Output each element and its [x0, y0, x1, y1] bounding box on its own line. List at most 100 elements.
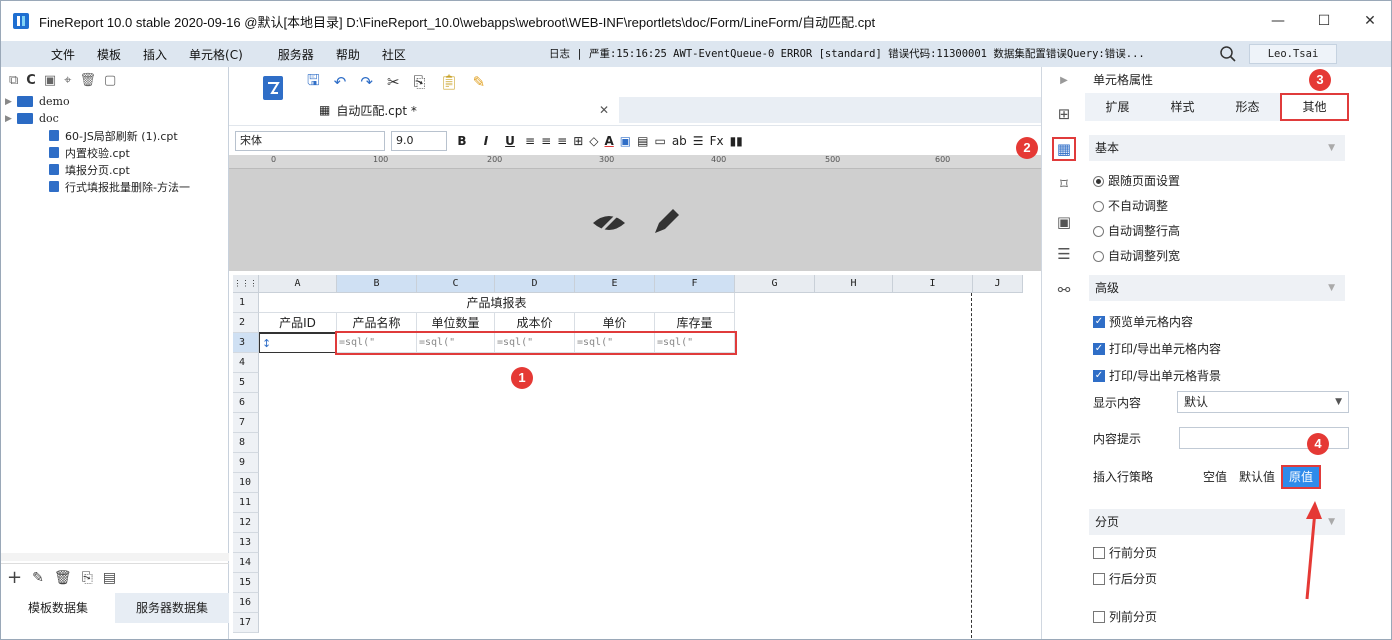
list-icon[interactable]: ☰	[693, 134, 704, 148]
radio-auto-col[interactable]: 自动调整列宽	[1093, 244, 1180, 268]
merge-icon[interactable]: ▣	[620, 134, 631, 148]
column-header[interactable]: J	[973, 275, 1023, 293]
row-header[interactable]: 4	[233, 353, 259, 373]
undo-icon[interactable]: ↶	[334, 73, 347, 91]
tree-item-file[interactable]: 60-JS局部刷新 (1).cpt	[1, 127, 228, 144]
copy-icon[interactable]: ⎘	[414, 73, 426, 91]
option-original[interactable]: 原值	[1281, 465, 1322, 489]
row-header[interactable]: 10	[233, 473, 259, 493]
refresh-icon[interactable]: C	[26, 73, 36, 88]
sheet-title-cell[interactable]: 产品填报表	[259, 293, 735, 313]
collapse-chevron-icon[interactable]: ▼	[1328, 135, 1335, 161]
row-header[interactable]: 7	[233, 413, 259, 433]
edit-pencil-icon[interactable]	[649, 205, 683, 239]
fill-color-icon[interactable]: ◇	[589, 134, 598, 148]
column-header[interactable]: G	[735, 275, 815, 293]
header-cell[interactable]: 库存量	[655, 313, 735, 333]
row-header[interactable]: 15	[233, 573, 259, 593]
column-header[interactable]: H	[815, 275, 893, 293]
option-default[interactable]: 默认值	[1233, 465, 1281, 489]
widget-settings-icon[interactable]: ▣	[1054, 213, 1074, 233]
check-print-background[interactable]: ✓ 打印/导出单元格背景	[1093, 364, 1221, 388]
header-cell[interactable]: 产品ID	[259, 313, 337, 333]
view-icon[interactable]: ▣	[44, 73, 56, 88]
menu-template[interactable]: 模板	[86, 46, 132, 63]
edit-icon[interactable]: ✎	[32, 570, 44, 586]
row-header[interactable]: 13	[233, 533, 259, 553]
menu-server[interactable]: 服务器	[254, 46, 325, 63]
row-header[interactable]: 5	[233, 373, 259, 393]
radio-icon[interactable]	[1093, 250, 1104, 262]
checkbox-icon[interactable]	[1093, 611, 1105, 623]
preview-icon[interactable]: ⎘	[82, 570, 93, 586]
checkbox-checked-icon[interactable]: ✓	[1093, 370, 1105, 382]
header-cell[interactable]: 成本价	[495, 313, 575, 333]
row-header[interactable]: 12	[233, 513, 259, 533]
column-header[interactable]: C	[417, 275, 495, 293]
user-name[interactable]: Leo.Tsai	[1249, 44, 1337, 64]
row-header[interactable]: 11	[233, 493, 259, 513]
column-header[interactable]: I	[893, 275, 973, 293]
menu-help[interactable]: 帮助	[325, 46, 371, 63]
tab-template-dataset[interactable]: 模板数据集	[1, 593, 115, 623]
expand-caret-icon[interactable]: ▶	[5, 97, 17, 107]
bold-button[interactable]: B	[453, 134, 471, 148]
radio-auto-row[interactable]: 自动调整行高	[1093, 219, 1180, 243]
tab-server-dataset[interactable]: 服务器数据集	[115, 593, 229, 623]
tree-item-file[interactable]: 内置校验.cpt	[1, 144, 228, 161]
row-header[interactable]: 17	[233, 613, 259, 633]
tree-item-doc[interactable]: ▶ doc	[1, 110, 228, 127]
option-null[interactable]: 空值	[1197, 465, 1233, 489]
paste-icon[interactable]: 📋︎	[440, 73, 459, 91]
delete-icon[interactable]: 🗑︎	[54, 570, 72, 586]
chevron-down-icon[interactable]: ▼	[1335, 392, 1342, 412]
header-cell[interactable]: 单位数量	[417, 313, 495, 333]
section-basic[interactable]: 基本 ▼	[1089, 135, 1345, 161]
column-header[interactable]: E	[575, 275, 655, 293]
tree-item-file[interactable]: 行式填报批量删除-方法一	[1, 178, 228, 195]
checkbox-icon[interactable]	[1093, 547, 1105, 559]
collapse-chevron-icon[interactable]: ▼	[1328, 275, 1335, 301]
delete-icon[interactable]: 🗑︎	[79, 73, 96, 88]
check-page-after-row[interactable]: 行后分页	[1093, 567, 1157, 591]
float-element-icon[interactable]: ⌑	[1054, 175, 1074, 195]
checkbox-checked-icon[interactable]: ✓	[1093, 343, 1105, 355]
save-icon[interactable]: 🖫︎	[307, 70, 320, 95]
product-id-input-cell[interactable]: ↕	[259, 333, 337, 353]
close-button[interactable]: ✕	[1347, 1, 1391, 41]
tab-expand[interactable]: 扩展	[1085, 93, 1150, 121]
redo-icon[interactable]: ↷	[360, 73, 373, 91]
hyperlink-icon[interactable]: ⚯	[1054, 281, 1074, 301]
format-painter-icon[interactable]: ✎	[473, 73, 486, 91]
row-header[interactable]: 8	[233, 433, 259, 453]
maximize-button[interactable]: ☐	[1301, 1, 1347, 41]
cut-icon[interactable]: ✂	[387, 73, 400, 91]
collapse-chevron-icon[interactable]: ▼	[1328, 509, 1335, 535]
tab-auto-match[interactable]: ▦ 自动匹配.cpt * ✕	[309, 97, 619, 123]
row-header[interactable]: 16	[233, 593, 259, 613]
font-size-select[interactable]: 9.0	[391, 130, 447, 151]
header-cell[interactable]: 产品名称	[337, 313, 417, 333]
locate-icon[interactable]: ⌖	[64, 73, 71, 88]
add-icon[interactable]: +	[7, 567, 22, 588]
align-left-icon[interactable]: ≡	[525, 134, 535, 148]
header-cell[interactable]: 单价	[575, 313, 655, 333]
log-message[interactable]: 日志 | 严重:15:16:25 AWT-EventQueue-0 ERROR …	[549, 41, 1209, 67]
cell-element-icon[interactable]: ⊞	[1054, 105, 1074, 125]
row-header[interactable]: 6	[233, 393, 259, 413]
check-preview-content[interactable]: ✓ 预览单元格内容	[1093, 310, 1193, 334]
radio-follow-page[interactable]: 跟随页面设置	[1093, 169, 1180, 193]
cell-attribute-icon[interactable]: ▦	[1052, 137, 1076, 161]
font-color-icon[interactable]: A	[604, 134, 613, 148]
checkbox-checked-icon[interactable]: ✓	[1093, 316, 1105, 328]
check-page-before-row[interactable]: 行前分页	[1093, 541, 1157, 565]
align-right-icon[interactable]: ≡	[557, 134, 567, 148]
column-header[interactable]: A	[259, 275, 337, 293]
formula-icon[interactable]: Fx	[710, 134, 724, 148]
menu-community[interactable]: 社区	[371, 46, 417, 63]
corner-cell[interactable]: ⋮⋮⋮	[233, 275, 259, 293]
menu-insert[interactable]: 插入	[132, 46, 178, 63]
condition-attr-icon[interactable]: ☰	[1054, 245, 1074, 265]
text-widget-icon[interactable]: ab	[672, 134, 687, 148]
radio-icon[interactable]	[1093, 175, 1104, 187]
